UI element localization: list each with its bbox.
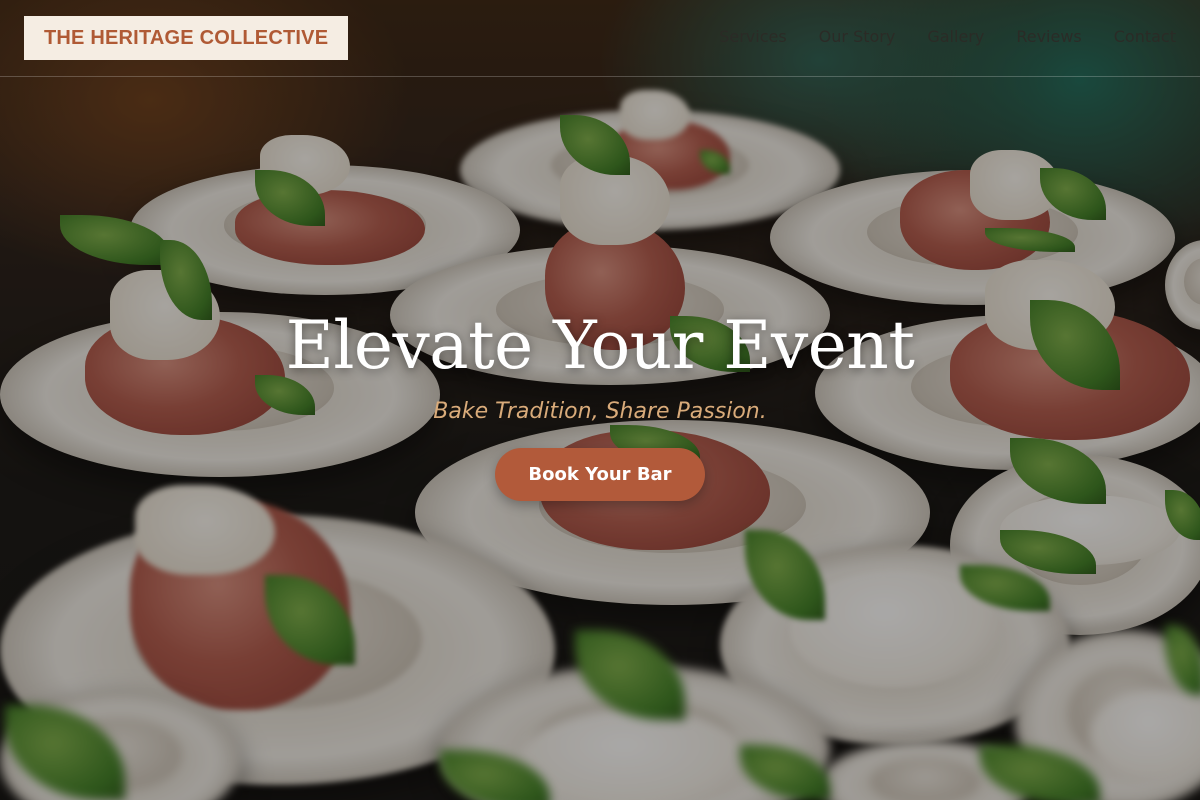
hero-title: Elevate Your Event [285, 307, 915, 384]
nav-link-reviews[interactable]: Reviews [1016, 26, 1081, 48]
main-nav: Services Our Story Gallery Reviews Conta… [719, 26, 1176, 48]
site-header: THE HERITAGE COLLECTIVE Services Our Sto… [0, 0, 1200, 77]
nav-link-contact[interactable]: Contact [1114, 26, 1176, 48]
site-logo[interactable]: THE HERITAGE COLLECTIVE [24, 16, 349, 60]
hero-subtitle: Bake Tradition, Share Passion. [433, 399, 767, 424]
hero-section: Elevate Your Event Bake Tradition, Share… [0, 300, 1200, 501]
book-your-bar-button[interactable]: Book Your Bar [495, 448, 705, 501]
nav-link-services[interactable]: Services [719, 26, 786, 48]
nav-link-gallery[interactable]: Gallery [927, 26, 984, 48]
nav-link-our-story[interactable]: Our Story [819, 26, 896, 48]
